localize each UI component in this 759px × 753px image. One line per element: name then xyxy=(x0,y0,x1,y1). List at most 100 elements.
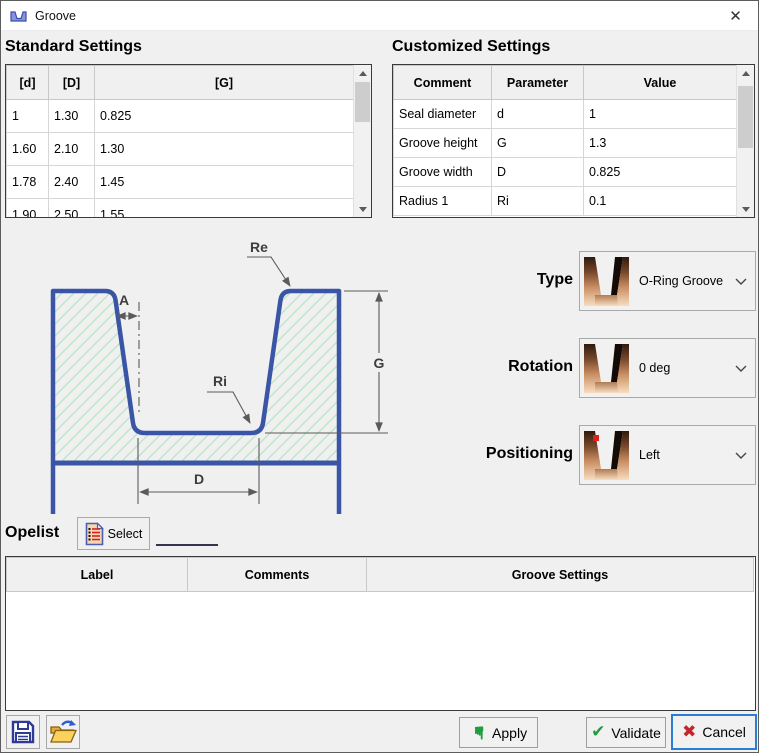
type-combobox[interactable]: O-Ring Groove xyxy=(579,251,756,311)
customized-table-scrollbar[interactable] xyxy=(736,65,754,217)
table-cell[interactable]: 2.50 xyxy=(49,199,95,219)
table-cell[interactable]: 1.55 xyxy=(95,199,354,219)
positioning-value: Left xyxy=(639,448,660,462)
groove-cross-section-diagram: A Re Ri G D xyxy=(21,226,441,514)
inner-radius-label: Ri xyxy=(213,373,227,389)
column-header: Groove Settings xyxy=(367,558,754,592)
table-row[interactable]: 1.782.401.45 xyxy=(7,166,354,199)
scroll-up-button[interactable] xyxy=(354,65,371,81)
close-button[interactable]: ✕ xyxy=(713,1,758,31)
apply-button[interactable]: ☛ Apply xyxy=(459,717,538,748)
column-header: Value xyxy=(584,66,737,100)
column-header: [D] xyxy=(49,66,95,100)
edge-radius-label: Re xyxy=(250,239,268,255)
standard-settings-heading: Standard Settings xyxy=(5,38,142,56)
table-cell[interactable]: 1.45 xyxy=(95,166,354,199)
column-header: Comments xyxy=(188,558,367,592)
table-cell[interactable]: 2.40 xyxy=(49,166,95,199)
table-cell[interactable]: 1 xyxy=(584,100,737,129)
table-row[interactable]: 1.602.101.30 xyxy=(7,133,354,166)
table-cell[interactable]: Radius 1 xyxy=(394,187,492,216)
table-row[interactable]: 11.300.825 xyxy=(7,100,354,133)
scrollbar-thumb[interactable] xyxy=(355,82,370,122)
table-header-row: CommentParameterValue xyxy=(394,66,737,100)
column-header: [G] xyxy=(95,66,354,100)
groove-positioning-thumbnail-icon xyxy=(582,428,636,482)
table-cell[interactable]: 1.78 xyxy=(7,166,49,199)
groove-width-label: D xyxy=(194,471,204,487)
rotation-label: Rotation xyxy=(441,358,573,376)
groove-dialog: Groove ✕ Standard Settings Customized Se… xyxy=(0,0,759,753)
triangle-up-icon xyxy=(742,71,750,76)
operations-table: LabelCommentsGroove Settings xyxy=(5,556,756,711)
chevron-down-icon xyxy=(735,446,747,464)
table-cell[interactable]: Groove width xyxy=(394,158,492,187)
table-header-row: [d][D][G] xyxy=(7,66,354,100)
table-header-row: LabelCommentsGroove Settings xyxy=(7,558,754,592)
table-cell[interactable]: Seal diameter xyxy=(394,100,492,129)
window-title: Groove xyxy=(35,9,76,23)
angle-label: A xyxy=(119,292,129,308)
opelist-label: Opelist xyxy=(5,524,59,542)
open-file-button[interactable] xyxy=(46,715,80,749)
table-cell[interactable]: 1.90 xyxy=(7,199,49,219)
positioning-label: Positioning xyxy=(441,445,573,463)
apply-button-label: Apply xyxy=(492,725,527,741)
triangle-down-icon xyxy=(742,207,750,212)
table-row[interactable]: 1.902.501.55 xyxy=(7,199,354,219)
standard-settings-table: [d][D][G] 11.300.8251.602.101.301.782.40… xyxy=(5,64,372,218)
cancel-x-icon: ✖ xyxy=(682,724,696,741)
rotation-combobox[interactable]: 0 deg xyxy=(579,338,756,398)
save-button[interactable] xyxy=(6,715,40,749)
table-cell[interactable]: 1.3 xyxy=(584,129,737,158)
table-cell[interactable]: 0.825 xyxy=(95,100,354,133)
separator-line xyxy=(156,544,218,546)
scroll-down-button[interactable] xyxy=(354,201,371,217)
select-button[interactable]: Select xyxy=(77,517,150,550)
list-document-icon xyxy=(85,522,104,546)
table-row[interactable]: Radius 1Ri0.1 xyxy=(394,187,737,216)
standard-table-scrollbar[interactable] xyxy=(353,65,371,217)
table-row[interactable]: Groove widthD0.825 xyxy=(394,158,737,187)
chevron-down-icon xyxy=(735,272,747,290)
chevron-down-icon xyxy=(735,359,747,377)
table-cell[interactable]: 0.1 xyxy=(584,187,737,216)
table-cell[interactable]: 0.825 xyxy=(584,158,737,187)
table-cell[interactable]: Groove height xyxy=(394,129,492,158)
column-header: [d] xyxy=(7,66,49,100)
scroll-up-button[interactable] xyxy=(737,65,754,81)
open-folder-icon xyxy=(49,719,77,745)
validate-button-label: Validate xyxy=(611,725,661,741)
table-cell[interactable]: 1 xyxy=(7,100,49,133)
table-cell[interactable]: D xyxy=(492,158,584,187)
table-row[interactable]: Groove heightG1.3 xyxy=(394,129,737,158)
table-cell[interactable]: 1.30 xyxy=(49,100,95,133)
type-value: O-Ring Groove xyxy=(639,274,723,288)
triangle-up-icon xyxy=(359,71,367,76)
cancel-button-label: Cancel xyxy=(702,724,746,740)
table-cell[interactable]: 1.60 xyxy=(7,133,49,166)
validate-button[interactable]: ✔ Validate xyxy=(586,717,666,748)
table-cell[interactable]: d xyxy=(492,100,584,129)
groove-type-thumbnail-icon xyxy=(582,254,636,308)
triangle-down-icon xyxy=(359,207,367,212)
scroll-down-button[interactable] xyxy=(737,201,754,217)
table-cell[interactable]: Ri xyxy=(492,187,584,216)
cancel-button[interactable]: ✖ Cancel xyxy=(671,714,757,750)
rotation-value: 0 deg xyxy=(639,361,670,375)
type-label: Type xyxy=(441,271,573,289)
table-cell[interactable]: 2.10 xyxy=(49,133,95,166)
floppy-disk-icon xyxy=(10,719,36,745)
scrollbar-thumb[interactable] xyxy=(738,86,753,148)
table-cell[interactable]: 1.30 xyxy=(95,133,354,166)
title-bar[interactable]: Groove xyxy=(1,1,758,31)
groove-rotation-thumbnail-icon xyxy=(582,341,636,395)
positioning-combobox[interactable]: Left xyxy=(579,425,756,485)
column-header: Label xyxy=(7,558,188,592)
customized-settings-table: CommentParameterValue Seal diameterd1Gro… xyxy=(392,64,755,218)
apply-hand-icon: ☛ xyxy=(469,724,487,740)
table-row[interactable]: Seal diameterd1 xyxy=(394,100,737,129)
column-header: Parameter xyxy=(492,66,584,100)
table-cell[interactable]: G xyxy=(492,129,584,158)
select-button-label: Select xyxy=(108,527,143,541)
